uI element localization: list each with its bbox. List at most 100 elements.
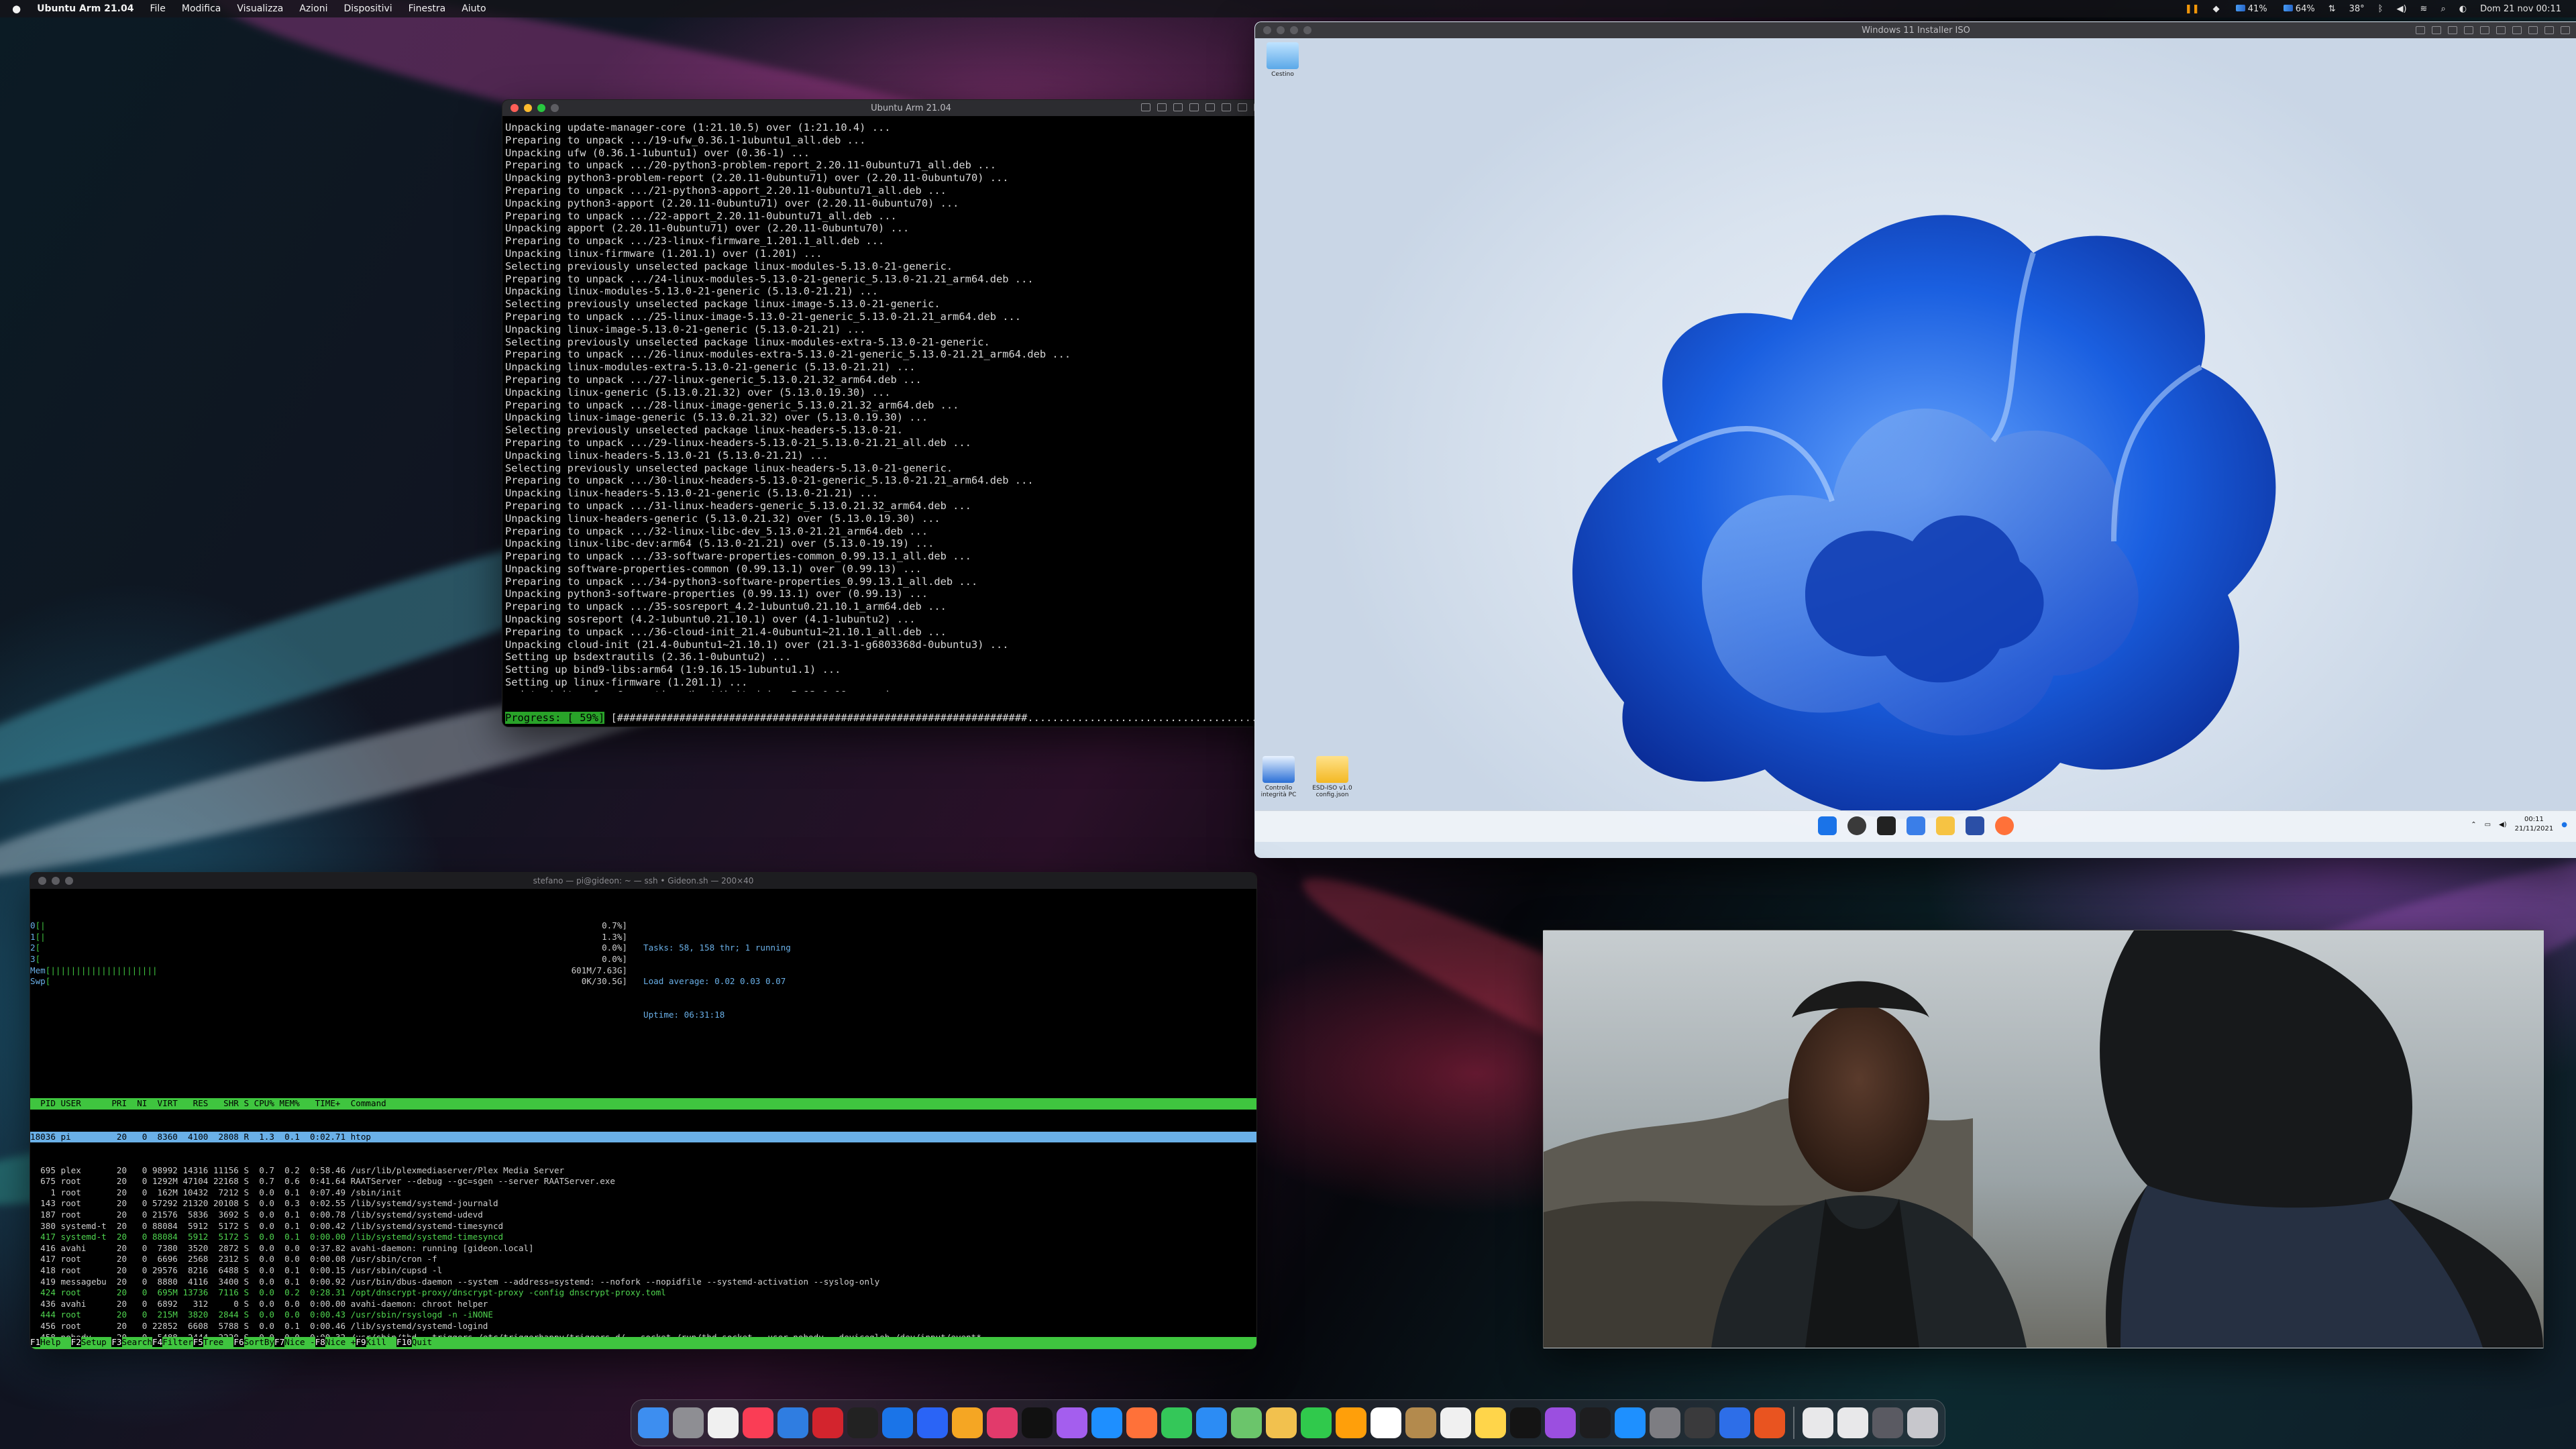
vm-toggle-button[interactable]	[551, 104, 559, 112]
fkey-f1[interactable]: F1	[30, 1337, 41, 1347]
process-row[interactable]: 418 root 20 0 29576 8216 6488 S 0.0 0.1 …	[30, 1265, 1256, 1277]
disk-icon[interactable]	[1189, 103, 1199, 111]
bluetooth-icon[interactable]: ᛒ	[2378, 4, 2383, 14]
keyboard-icon[interactable]	[2416, 26, 2425, 34]
home-icon[interactable]	[1336, 1407, 1366, 1438]
firefox-icon[interactable]	[1995, 816, 2014, 835]
settings-icon[interactable]	[1650, 1407, 1680, 1438]
facetime-icon[interactable]	[1301, 1407, 1332, 1438]
process-row[interactable]: 675 root 20 0 1292M 47104 22168 S 0.7 0.…	[30, 1176, 1256, 1187]
music2-icon[interactable]	[1580, 1407, 1611, 1438]
menu-file[interactable]: File	[150, 3, 165, 14]
windows-clock[interactable]: 00:11 21/11/2021	[2515, 815, 2554, 834]
fkey-f4[interactable]: F4	[152, 1337, 163, 1347]
chevron-up-icon[interactable]: ⌃	[2471, 821, 2476, 828]
ubuntu-titlebar[interactable]: Ubuntu Arm 21.04	[502, 100, 1320, 116]
app-store-alt-icon[interactable]	[708, 1407, 739, 1438]
fkey-f5[interactable]: F5	[193, 1337, 203, 1347]
photos2-icon[interactable]	[1266, 1407, 1297, 1438]
app-menu[interactable]: Ubuntu Arm 21.04	[37, 3, 133, 14]
fkey-f10[interactable]: F10	[396, 1337, 412, 1347]
file-explorer-icon[interactable]	[1936, 816, 1955, 835]
podcasts-icon[interactable]	[1545, 1407, 1576, 1438]
files-icon[interactable]	[987, 1407, 1018, 1438]
process-row[interactable]: 187 root 20 0 21576 5836 3692 S 0.0 0.1 …	[30, 1210, 1256, 1221]
podcast-icon[interactable]	[1057, 1407, 1087, 1438]
fkey-f2[interactable]: F2	[70, 1337, 81, 1347]
messages-icon[interactable]	[1161, 1407, 1192, 1438]
mic-icon[interactable]	[1238, 103, 1247, 111]
printer-icon[interactable]	[2528, 26, 2538, 34]
process-row[interactable]: 143 root 20 0 57292 21320 20108 S 0.0 0.…	[30, 1198, 1256, 1210]
reminders-icon[interactable]	[1440, 1407, 1471, 1438]
tv-icon[interactable]	[1510, 1407, 1541, 1438]
dropbox-icon[interactable]	[917, 1407, 948, 1438]
appstore-icon[interactable]	[1615, 1407, 1646, 1438]
ubuntu-icon[interactable]	[1754, 1407, 1785, 1438]
network-meter-icon[interactable]: ⇅	[2328, 4, 2336, 14]
calendar-icon[interactable]	[1371, 1407, 1401, 1438]
fkey-label[interactable]: Nice -	[284, 1337, 315, 1347]
process-row[interactable]: 424 root 20 0 695M 13736 7116 S 0.0 0.2 …	[30, 1287, 1256, 1299]
usb-icon[interactable]	[1173, 103, 1183, 111]
fkey-f6[interactable]: F6	[233, 1337, 244, 1347]
process-row[interactable]: 417 root 20 0 6696 2568 2312 S 0.0 0.0 0…	[30, 1254, 1256, 1265]
document2-icon[interactable]	[1837, 1407, 1868, 1438]
process-row[interactable]: 444 root 20 0 215M 3820 2844 S 0.0 0.0 0…	[30, 1309, 1256, 1321]
process-row[interactable]: 695 plex 20 0 98992 14316 11156 S 0.7 0.…	[30, 1165, 1256, 1177]
folder-desktop-icon[interactable]: ESD-ISO v1.0 config.json	[1309, 756, 1356, 798]
network-icon[interactable]	[1205, 103, 1215, 111]
task-view-icon[interactable]	[1877, 816, 1896, 835]
close-button[interactable]	[511, 104, 519, 112]
activity-icon[interactable]	[1022, 1407, 1053, 1438]
process-row[interactable]: 419 messagebu 20 0 8880 4116 3400 S 0.0 …	[30, 1277, 1256, 1288]
terminal-output[interactable]: Unpacking update-manager-core (1:21.10.5…	[502, 116, 1320, 692]
wifi-icon[interactable]: ≋	[2420, 4, 2428, 14]
script-icon[interactable]	[1684, 1407, 1715, 1438]
document-icon[interactable]	[1803, 1407, 1833, 1438]
mail-icon[interactable]	[1196, 1407, 1227, 1438]
mic-icon[interactable]	[2512, 26, 2522, 34]
disk-icon[interactable]	[2464, 26, 2473, 34]
fkey-label[interactable]: Nice +	[325, 1337, 356, 1347]
process-row[interactable]: 417 systemd-t 20 0 88084 5912 5172 S 0.0…	[30, 1232, 1256, 1243]
close-button[interactable]	[38, 877, 46, 885]
recycle-bin-desktop-icon[interactable]: Cestino	[1259, 42, 1306, 78]
fkey-label[interactable]: Tree	[203, 1337, 234, 1347]
temperature-readout[interactable]: 38°	[2349, 4, 2365, 14]
windows-icon[interactable]	[1719, 1407, 1750, 1438]
fkey-label[interactable]: Help	[40, 1337, 71, 1347]
parallels-icon[interactable]	[812, 1407, 843, 1438]
menu-modifica[interactable]: Modifica	[182, 3, 221, 14]
music-icon[interactable]	[743, 1407, 773, 1438]
htop-terminal-window[interactable]: stefano — pi@gideon: ~ — ssh • Gideon.sh…	[30, 872, 1257, 1350]
fkey-f3[interactable]: F3	[111, 1337, 122, 1347]
maps-icon[interactable]	[1231, 1407, 1262, 1438]
memory-meter[interactable]: 64%	[2281, 4, 2315, 14]
store-icon[interactable]	[1966, 816, 1984, 835]
search-icon[interactable]	[1847, 816, 1866, 835]
fkey-label[interactable]: Setup	[81, 1337, 112, 1347]
zoom-button[interactable]	[65, 877, 73, 885]
windows-desktop[interactable]: Cestino Controllo integrità PC ESD-ISO v…	[1255, 38, 2576, 842]
safari-icon[interactable]	[1091, 1407, 1122, 1438]
camera-icon[interactable]	[1157, 103, 1167, 111]
menu-azioni[interactable]: Azioni	[299, 3, 327, 14]
fkey-label[interactable]: Search	[122, 1337, 153, 1347]
finder-icon[interactable]	[638, 1407, 669, 1438]
notes-brown-icon[interactable]	[1405, 1407, 1436, 1438]
process-row[interactable]: 380 systemd-t 20 0 88084 5912 5172 S 0.0…	[30, 1221, 1256, 1232]
control-center-icon[interactable]: ◐	[2459, 4, 2467, 14]
minimize-button[interactable]	[52, 877, 60, 885]
search-icon[interactable]: ⌕	[2440, 4, 2445, 14]
pause-icon[interactable]: ❚❚	[2185, 4, 2200, 14]
keyboard-icon[interactable]	[1141, 103, 1150, 111]
apple-menu-icon[interactable]: ●	[12, 3, 21, 15]
pc-health-check-desktop-icon[interactable]: Controllo integrità PC	[1255, 756, 1302, 798]
volume-icon[interactable]: ◀)	[2396, 4, 2406, 14]
process-row[interactable]: 416 avahi 20 0 7380 3520 2872 S 0.0 0.0 …	[30, 1243, 1256, 1254]
selected-process-row[interactable]: 18036 pi 20 0 8360 4100 2808 R 1.3 0.1 0…	[30, 1131, 1256, 1143]
menu-dispositivi[interactable]: Dispositivi	[344, 3, 392, 14]
xcode-icon[interactable]	[777, 1407, 808, 1438]
process-row[interactable]: 1 root 20 0 162M 10432 7212 S 0.0 0.1 0:…	[30, 1187, 1256, 1199]
